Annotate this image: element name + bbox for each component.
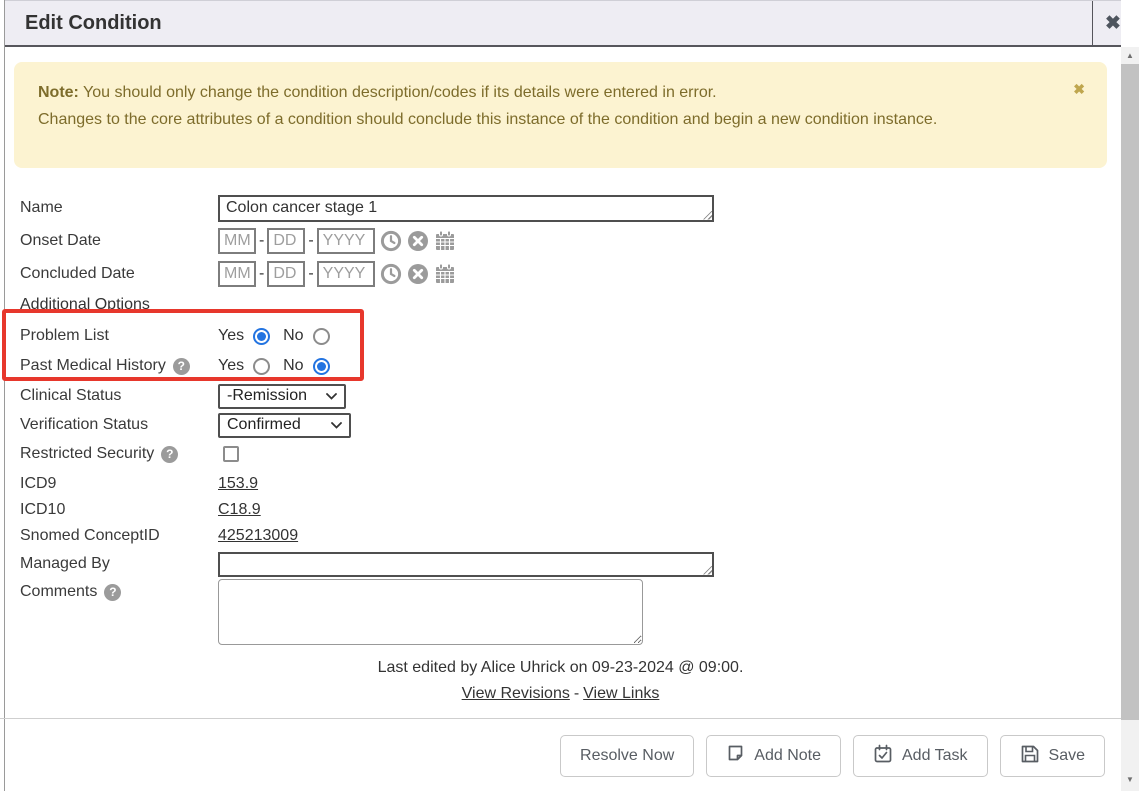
note-line1: Note: You should only change the conditi… (38, 79, 995, 106)
onset-date-label: Onset Date (20, 232, 218, 250)
note-label: Note: (38, 84, 79, 101)
snomed-label: Snomed ConceptID (20, 527, 218, 545)
note-dismiss-icon[interactable]: ✖ (1073, 81, 1085, 98)
calendar-icon[interactable] (434, 263, 456, 285)
verification-status-label: Verification Status (20, 416, 218, 434)
date-separator: - (259, 232, 264, 250)
pmh-no-radio[interactable] (313, 358, 330, 375)
problem-list-no-label: No (283, 327, 303, 345)
add-note-button[interactable]: Add Note (706, 735, 841, 777)
form-row-past-medical-history: Past Medical History ? Yes No (20, 352, 1100, 380)
help-icon[interactable]: ? (104, 584, 121, 601)
resolve-now-button[interactable]: Resolve Now (560, 735, 694, 777)
onset-month-input[interactable] (218, 228, 256, 254)
footer-button-row: Resolve Now Add Note Add Task Save (0, 735, 1121, 777)
close-icon[interactable]: ✖ (1100, 1, 1126, 46)
help-icon[interactable]: ? (161, 446, 178, 463)
clock-icon[interactable] (380, 263, 402, 285)
icd9-link[interactable]: 153.9 (218, 475, 258, 493)
links-separator: - (574, 685, 579, 702)
form-row-additional-options: Additional Options (20, 291, 1100, 319)
additional-options-link[interactable]: Additional Options (20, 296, 150, 314)
icd10-label: ICD10 (20, 501, 218, 519)
chevron-down-icon (326, 393, 337, 400)
restricted-security-label: Restricted Security ? (20, 445, 218, 463)
pmh-yes-radio[interactable] (253, 358, 270, 375)
form-row-name: Name (20, 194, 1100, 222)
concluded-day-input[interactable] (267, 261, 305, 287)
help-icon[interactable]: ? (173, 358, 190, 375)
dialog-title: Edit Condition (25, 12, 162, 35)
scrollbar-thumb[interactable] (1121, 64, 1139, 720)
managed-by-input[interactable] (218, 552, 714, 577)
note-line2: Changes to the core attributes of a cond… (38, 106, 995, 133)
clinical-status-label: Clinical Status (20, 387, 218, 405)
scroll-down-arrow[interactable]: ▼ (1121, 771, 1139, 788)
form-row-clinical-status: Clinical Status -Remission (20, 382, 1100, 410)
clear-date-icon[interactable] (407, 230, 429, 252)
onset-day-input[interactable] (267, 228, 305, 254)
managed-by-label: Managed By (20, 555, 218, 573)
footer-divider (0, 718, 1121, 719)
form-row-verification-status: Verification Status Confirmed (20, 411, 1100, 439)
verification-status-select[interactable]: Confirmed (218, 413, 351, 438)
concluded-month-input[interactable] (218, 261, 256, 287)
form-row-managed-by: Managed By (20, 550, 1100, 578)
name-label: Name (20, 199, 218, 217)
icd10-link[interactable]: C18.9 (218, 501, 261, 519)
comments-textarea[interactable] (218, 579, 643, 645)
form-row-restricted-security: Restricted Security ? (20, 440, 1100, 468)
calendar-check-icon-button[interactable]: Add Task (853, 735, 988, 777)
concluded-date-label: Concluded Date (20, 265, 218, 283)
calendar-icon[interactable] (434, 230, 456, 252)
name-input[interactable] (218, 195, 714, 222)
view-revisions-link[interactable]: View Revisions (462, 685, 570, 702)
pmh-no-label: No (283, 357, 303, 375)
dialog-header: Edit Condition ✖ (5, 0, 1121, 47)
date-separator: - (259, 265, 264, 283)
calendar-check-icon (873, 744, 893, 769)
clinical-status-select[interactable]: -Remission (218, 384, 346, 409)
onset-year-input[interactable] (317, 228, 375, 254)
problem-list-no-radio[interactable] (313, 328, 330, 345)
comments-label: Comments ? (20, 583, 218, 601)
footer-links: View Revisions-View Links (0, 685, 1121, 703)
save-button[interactable]: Save (1000, 735, 1105, 777)
problem-list-yes-label: Yes (218, 327, 244, 345)
last-edited-text: Last edited by Alice Uhrick on 09-23-202… (0, 659, 1121, 677)
note-page-icon (726, 744, 745, 768)
date-separator: - (308, 265, 313, 283)
form-row-snomed: Snomed ConceptID 425213009 (20, 522, 1100, 550)
header-separator (1092, 1, 1093, 45)
edit-condition-dialog: Edit Condition ✖ Note: You should only c… (0, 0, 1139, 791)
form-row-icd9: ICD9 153.9 (20, 470, 1100, 498)
scroll-up-arrow[interactable]: ▲ (1121, 47, 1139, 64)
note-banner: Note: You should only change the conditi… (14, 62, 1107, 168)
save-floppy-icon (1020, 744, 1040, 769)
icd9-label: ICD9 (20, 475, 218, 493)
past-medical-history-label: Past Medical History ? (20, 357, 218, 375)
form-row-problem-list: Problem List Yes No (20, 322, 1100, 350)
form-row-icd10: ICD10 C18.9 (20, 496, 1100, 524)
clock-icon[interactable] (380, 230, 402, 252)
pmh-yes-label: Yes (218, 357, 244, 375)
chevron-down-icon (331, 422, 342, 429)
concluded-year-input[interactable] (317, 261, 375, 287)
snomed-concept-link[interactable]: 425213009 (218, 527, 298, 545)
restricted-security-checkbox[interactable] (223, 446, 239, 462)
scrollbar[interactable]: ▲ ▼ (1121, 47, 1139, 791)
view-links-link[interactable]: View Links (583, 685, 659, 702)
problem-list-label: Problem List (20, 327, 218, 345)
date-separator: - (308, 232, 313, 250)
form-row-concluded-date: Concluded Date - - (20, 260, 1100, 288)
form-row-onset-date: Onset Date - - (20, 227, 1100, 255)
form-row-comments: Comments ? (20, 579, 1100, 649)
problem-list-yes-radio[interactable] (253, 328, 270, 345)
clear-date-icon[interactable] (407, 263, 429, 285)
